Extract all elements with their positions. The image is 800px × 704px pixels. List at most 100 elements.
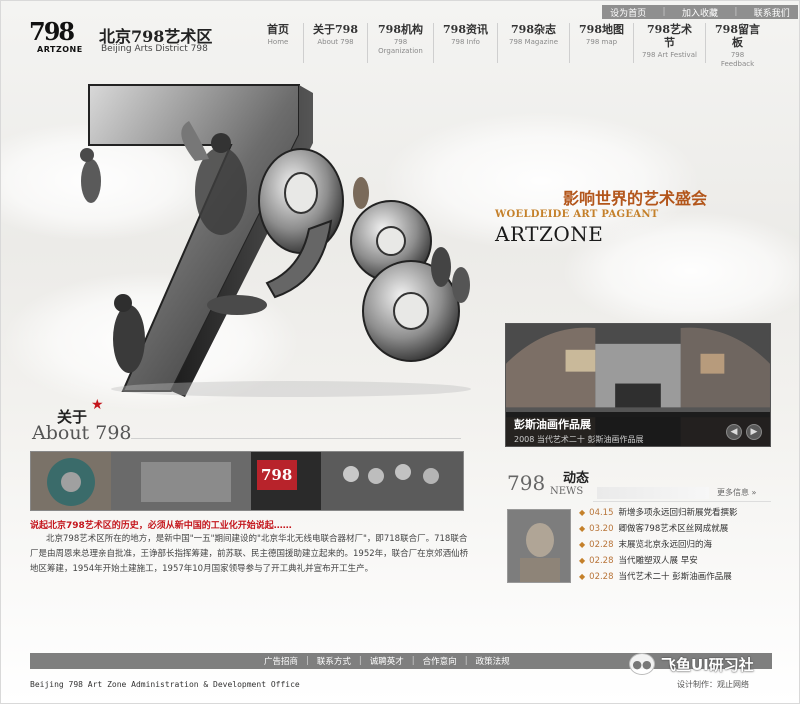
news-item[interactable]: ◆ 02.28 末展览北京永远回归的海	[579, 537, 779, 553]
nav-item-art-festival[interactable]: 798艺术节 798 Art Festival	[633, 23, 705, 63]
wechat-icon: ●●	[629, 653, 655, 675]
nav-label-en: 798 Magazine	[508, 38, 558, 46]
slogan-subtitle: WOELDEIDE ART PAGEANT	[495, 209, 659, 220]
sculpture-figure	[452, 267, 470, 303]
nav-label-cn: 关于798	[313, 23, 358, 36]
logo-sub: ARTZONE	[37, 45, 83, 54]
nav-label-cn: 首页	[267, 23, 289, 36]
about-title-en-word: About	[32, 422, 90, 444]
news-text: 卿做客798艺术区丝网成就展	[618, 524, 729, 534]
divider: |	[411, 656, 415, 666]
news-date: 04.15	[589, 508, 614, 518]
divider: |	[358, 656, 362, 666]
nav-label-cn: 798艺术节	[647, 23, 692, 49]
hero-798-artwork	[61, 71, 491, 401]
nav-label-cn: 798机构	[378, 23, 423, 36]
bullet-icon: ◆	[579, 524, 586, 533]
news-list: ◆ 04.15 新增多项永远回归新展党看撰影 ◆ 03.20 卿做客798艺术区丝网成就…	[579, 505, 779, 585]
news-thumbnail-image	[508, 510, 570, 582]
footer-design-credit: 设计制作：观止网络	[677, 680, 749, 689]
star-icon: ★	[91, 397, 104, 413]
nav-item-about[interactable]: 关于798 About 798	[303, 23, 367, 63]
divider: |	[734, 7, 738, 17]
bullet-icon: ◆	[579, 572, 586, 581]
nav-label-cn: 798留言板	[715, 23, 760, 49]
news-item[interactable]: ◆ 03.20 卿做客798艺术区丝网成就展	[579, 521, 779, 537]
news-header-bar	[597, 487, 709, 499]
site-logo[interactable]: 798 ARTZONE	[27, 17, 87, 59]
nav-label-cn: 798杂志	[511, 23, 556, 36]
divider: |	[464, 656, 468, 666]
nav-label-en: Home	[267, 38, 289, 46]
footer-org: Beijing 798 Art Zone Administration & De…	[30, 680, 300, 689]
sculpture-figure	[195, 147, 247, 235]
brand-name-en: Beijing Arts District 798	[101, 44, 208, 54]
footer-link-ads[interactable]: 广告招商	[264, 655, 298, 667]
news-thumbnail[interactable]	[507, 509, 571, 583]
divider: |	[662, 7, 666, 17]
contact-link[interactable]: 联系我们	[754, 6, 790, 19]
about-headline: 说起北京798艺术区的历史，必须从新中国的工业化开始说起……	[30, 521, 292, 531]
news-title-en: NEWS	[550, 486, 584, 497]
footer-link-policies[interactable]: 政策法规	[476, 655, 510, 667]
news-item[interactable]: ◆ 02.28 当代艺术二十 彭斯油画作品展	[579, 569, 779, 585]
footer-link-careers[interactable]: 诚聘英才	[370, 655, 404, 667]
bullet-icon: ◆	[579, 556, 586, 565]
sculpture-figure	[211, 133, 231, 153]
footer-link-cooperation[interactable]: 合作意向	[423, 655, 457, 667]
sculpture-figure	[81, 159, 101, 203]
sculpture-figure	[207, 295, 267, 315]
exhibition-title: 彭斯油画作品展	[514, 418, 591, 431]
carousel-next-button[interactable]: ▶	[746, 424, 762, 440]
carousel-prev-button[interactable]: ◀	[726, 424, 742, 440]
exhibition-subtitle: 2008 当代艺术二十 彭斯油画作品展	[514, 435, 644, 444]
nav-item-magazine[interactable]: 798杂志 798 Magazine	[497, 23, 569, 63]
news-item[interactable]: ◆ 02.28 当代雕塑双人展 早安	[579, 553, 779, 569]
news-date: 02.28	[589, 572, 614, 582]
hero-illustration	[80, 84, 471, 397]
sculpture-figure	[114, 294, 132, 312]
page: 设为首页 | 加入收藏 | 联系我们 798 ARTZONE 北京798艺术区 …	[0, 0, 800, 704]
about-body: 北京798艺术区所在的地方，是新中国"一五"期间建设的"北京华北无线电联合器材厂…	[30, 534, 469, 574]
divider: |	[306, 656, 309, 666]
bookmark-link[interactable]: 加入收藏	[682, 6, 718, 19]
carousel-controls: ◀ ▶	[726, 424, 762, 440]
watermark-text: 飞鱼UI研习社	[661, 655, 754, 674]
slogan-title: 影响世界的艺术盛会	[563, 189, 708, 208]
nav-item-organization[interactable]: 798机构 798 Organization	[367, 23, 433, 63]
slogan-artzone: ARTZONE	[495, 222, 604, 246]
news-text: 当代雕塑双人展 早安	[618, 556, 698, 566]
featured-exhibition[interactable]: 彭斯油画作品展 2008 当代艺术二十 彭斯油画作品展 ◀ ▶	[505, 323, 771, 447]
news-date: 03.20	[589, 524, 614, 534]
sculpture-figure	[431, 247, 451, 287]
nav-item-info[interactable]: 798资讯 798 Info	[433, 23, 497, 63]
digit-eight-hole	[393, 292, 429, 330]
news-title-cn: 动态	[563, 471, 590, 486]
news-item[interactable]: ◆ 04.15 新增多项永远回归新展党看撰影	[579, 505, 779, 521]
sculpture-figure	[113, 305, 145, 373]
news-divider	[593, 501, 771, 502]
news-date: 02.28	[589, 556, 614, 566]
nav-label-en: 798 map	[585, 38, 618, 46]
nav-label-en: 798 Art Festival	[642, 51, 697, 59]
news-more-link[interactable]: 更多信息 »	[717, 487, 756, 498]
nav-label-en: 798 Info	[451, 38, 480, 46]
nav-label-en: 798 Organization	[378, 38, 423, 55]
logo-number: 798	[29, 17, 75, 46]
nav-item-feedback[interactable]: 798留言板 798 Feedback	[705, 23, 769, 68]
about-title-en: About 798	[32, 422, 132, 444]
nav-label-cn: 798地图	[579, 23, 624, 36]
nav-item-home[interactable]: 首页 Home	[253, 23, 303, 63]
footer-link-contact[interactable]: 联系方式	[317, 655, 351, 667]
about-title-en-number: 798	[95, 422, 132, 444]
news-text: 末展览北京永远回归的海	[618, 540, 713, 550]
nav-label-en: About 798	[317, 38, 354, 46]
nav-item-map[interactable]: 798地图 798 map	[569, 23, 633, 63]
news-text: 新增多项永远回归新展党看撰影	[618, 508, 738, 518]
sculpture-figure	[80, 148, 94, 162]
strip-798-label: 798	[261, 466, 293, 484]
about-photo-strip[interactable]: 798	[30, 451, 464, 511]
history-photos	[31, 452, 463, 510]
set-home-link[interactable]: 设为首页	[610, 6, 646, 19]
news-text: 当代艺术二十 彭斯油画作品展	[618, 572, 732, 582]
